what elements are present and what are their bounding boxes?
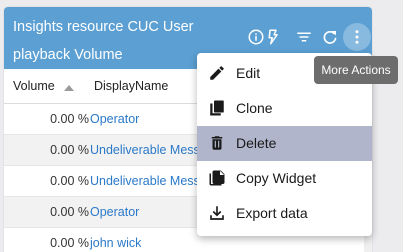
column-volume[interactable]: Volume: [13, 79, 55, 93]
more-actions-button[interactable]: [343, 23, 371, 51]
displayname-link[interactable]: Undeliverable Messa: [90, 143, 207, 157]
menu-item-export-data[interactable]: Export data: [197, 196, 372, 231]
volume-cell: 0.00 %: [50, 236, 89, 250]
sort-ascending-icon[interactable]: [64, 85, 74, 91]
column-displayname[interactable]: DisplayName: [94, 79, 168, 93]
refresh-icon[interactable]: [320, 27, 340, 47]
trash-icon: [211, 136, 223, 150]
menu-item-delete[interactable]: Delete: [197, 126, 372, 161]
menu-item-label: Copy Widget: [236, 170, 317, 186]
displayname-link[interactable]: Undeliverable Messa: [90, 174, 207, 188]
menu-item-label: Clone: [236, 100, 273, 116]
download-icon: [210, 206, 224, 220]
menu-item-label: Export data: [236, 205, 308, 221]
volume-cell: 0.00 %: [50, 205, 89, 219]
copy-icon: [209, 170, 225, 186]
clone-icon: [210, 100, 224, 116]
volume-cell: 0.00 %: [50, 143, 89, 157]
displayname-link[interactable]: john wick: [90, 236, 141, 250]
menu-item-label: Edit: [236, 65, 261, 81]
pencil-icon: [210, 66, 224, 80]
more-vert-icon: [355, 30, 359, 44]
more-actions-tooltip: More Actions: [314, 56, 398, 84]
volume-cell: 0.00 %: [50, 112, 89, 126]
volume-cell: 0.00 %: [50, 174, 89, 188]
menu-item-label: Delete: [236, 135, 277, 151]
menu-item-copy-widget[interactable]: Copy Widget: [197, 161, 372, 196]
displayname-link[interactable]: Operator: [90, 205, 139, 219]
filter-icon[interactable]: [294, 27, 314, 47]
displayname-link[interactable]: Operator: [90, 112, 139, 126]
menu-item-clone[interactable]: Clone: [197, 91, 372, 126]
bolt-icon[interactable]: [263, 27, 283, 47]
